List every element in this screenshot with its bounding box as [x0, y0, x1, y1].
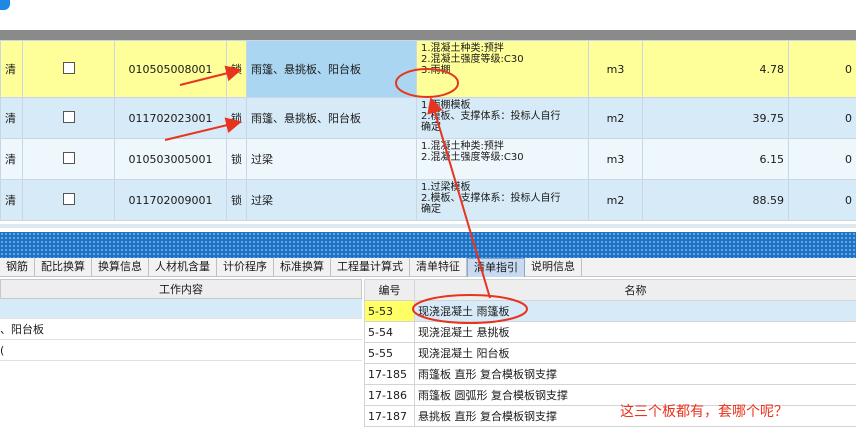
extra-cell: 0: [789, 41, 856, 98]
unit-cell: m3: [589, 41, 643, 98]
type-cell: 清: [1, 139, 23, 180]
guide-table-header: 编号 名称: [365, 280, 856, 301]
lock-cell: 锁: [227, 41, 247, 98]
guide-code-cell: 17-187: [365, 406, 415, 427]
unit-cell: m3: [589, 139, 643, 180]
bill-row[interactable]: 清 011702009001锁过梁1.过梁模板 2.模板、支撑体系：投标人自行 确…: [1, 180, 856, 221]
row-checkbox[interactable]: [63, 111, 75, 123]
detail-tabs: 钢筋配比换算换算信息人材机含量计价程序标准换算工程量计算式清单特征清单指引说明信…: [0, 258, 856, 277]
guide-row[interactable]: 5-54现浇混凝土 悬挑板: [365, 322, 856, 343]
tab-6[interactable]: 工程量计算式: [331, 258, 410, 276]
code-cell: 010503005001: [115, 139, 227, 180]
lock-cell: 锁: [227, 98, 247, 139]
type-cell: 清: [1, 41, 23, 98]
quantity-cell: 6.15: [643, 139, 789, 180]
name-cell: 雨篷、悬挑板、阳台板: [247, 98, 417, 139]
code-cell: 011702023001: [115, 98, 227, 139]
checkbox-cell[interactable]: [23, 41, 115, 98]
name-cell: 过梁: [247, 180, 417, 221]
checkbox-cell[interactable]: [23, 180, 115, 221]
quantity-cell: 39.75: [643, 98, 789, 139]
code-cell: 010505008001: [115, 41, 227, 98]
tab-1[interactable]: 配比换算: [35, 258, 92, 276]
bill-grid: 清010505008001锁雨篷、悬挑板、阳台板1.混凝土种类:预拌 2.混凝土…: [0, 40, 856, 221]
guide-name-cell: 现浇混凝土 悬挑板: [415, 322, 856, 343]
description-cell: 1.过梁模板 2.模板、支撑体系：投标人自行 确定: [417, 180, 589, 221]
tab-9[interactable]: 说明信息: [525, 258, 582, 276]
name-cell: 过梁: [247, 139, 417, 180]
checkbox-cell[interactable]: [23, 139, 115, 180]
guide-row[interactable]: 17-185雨篷板 直形 复合模板钢支撑: [365, 364, 856, 385]
tab-4[interactable]: 计价程序: [217, 258, 274, 276]
tab-0[interactable]: 钢筋: [0, 258, 35, 276]
tab-7[interactable]: 清单特征: [410, 258, 467, 276]
tab-2[interactable]: 换算信息: [92, 258, 149, 276]
guide-code-cell: 5-54: [365, 322, 415, 343]
bill-row[interactable]: 清 011702023001锁雨篷、悬挑板、阳台板1.雨棚模板 2.模板、支撑体系…: [1, 98, 856, 139]
unit-cell: m2: [589, 98, 643, 139]
guide-code-cell: 17-185: [365, 364, 415, 385]
panel-divider[interactable]: [0, 232, 856, 258]
work-content-item[interactable]: (: [0, 341, 362, 361]
guide-code-cell: 17-186: [365, 385, 415, 406]
guide-name-cell: 现浇混凝土 雨篷板: [415, 301, 856, 322]
code-cell: 011702009001: [115, 180, 227, 221]
extra-cell: 0: [789, 139, 856, 180]
name-column-header: 名称: [415, 280, 856, 301]
top-toolbar: [0, 0, 856, 30]
type-cell: 清: [1, 98, 23, 139]
description-cell: 1.雨棚模板 2.模板、支撑体系：投标人自行 确定: [417, 98, 589, 139]
bill-row[interactable]: 清 010503005001锁过梁1.混凝土种类:预拌 2.混凝土强度等级:C30…: [1, 139, 856, 180]
guide-name-cell: 现浇混凝土 阳台板: [415, 343, 856, 364]
splitter[interactable]: [0, 224, 856, 228]
unit-cell: m2: [589, 180, 643, 221]
work-content-item[interactable]: [0, 299, 362, 319]
lock-cell: 锁: [227, 180, 247, 221]
description-cell: 1.混凝土种类:预拌 2.混凝土强度等级:C30: [417, 139, 589, 180]
checkbox-cell[interactable]: [23, 98, 115, 139]
guide-code-cell: 5-53: [365, 301, 415, 322]
work-content-item[interactable]: 、阳台板: [0, 320, 362, 340]
guide-name-cell: 雨篷板 直形 复合模板钢支撑: [415, 364, 856, 385]
tab-8[interactable]: 清单指引: [467, 258, 525, 277]
lock-cell: 锁: [227, 139, 247, 180]
type-cell: 清: [1, 180, 23, 221]
tab-5[interactable]: 标准换算: [274, 258, 331, 276]
work-content-header: 工作内容: [0, 279, 362, 299]
guide-row[interactable]: 5-53现浇混凝土 雨篷板: [365, 301, 856, 322]
row-checkbox[interactable]: [63, 152, 75, 164]
guide-code-cell: 5-55: [365, 343, 415, 364]
row-checkbox[interactable]: [63, 62, 75, 74]
row-checkbox[interactable]: [63, 193, 75, 205]
annotation-text: 这三个板都有，套哪个呢？: [620, 401, 788, 421]
description-cell: 1.混凝土种类:预拌 2.混凝土强度等级:C30 3.雨棚: [417, 41, 589, 98]
bill-row[interactable]: 清 010505008001锁雨篷、悬挑板、阳台板1.混凝土种类:预拌 2.混凝土…: [1, 41, 856, 98]
quantity-cell: 4.78: [643, 41, 789, 98]
extra-cell: 0: [789, 180, 856, 221]
code-column-header: 编号: [365, 280, 415, 301]
quantity-cell: 88.59: [643, 180, 789, 221]
tab-3[interactable]: 人材机含量: [149, 258, 217, 276]
grid-header-band: [0, 30, 856, 40]
guide-row[interactable]: 5-55现浇混凝土 阳台板: [365, 343, 856, 364]
name-cell: 雨篷、悬挑板、阳台板: [247, 41, 417, 98]
extra-cell: 0: [789, 98, 856, 139]
